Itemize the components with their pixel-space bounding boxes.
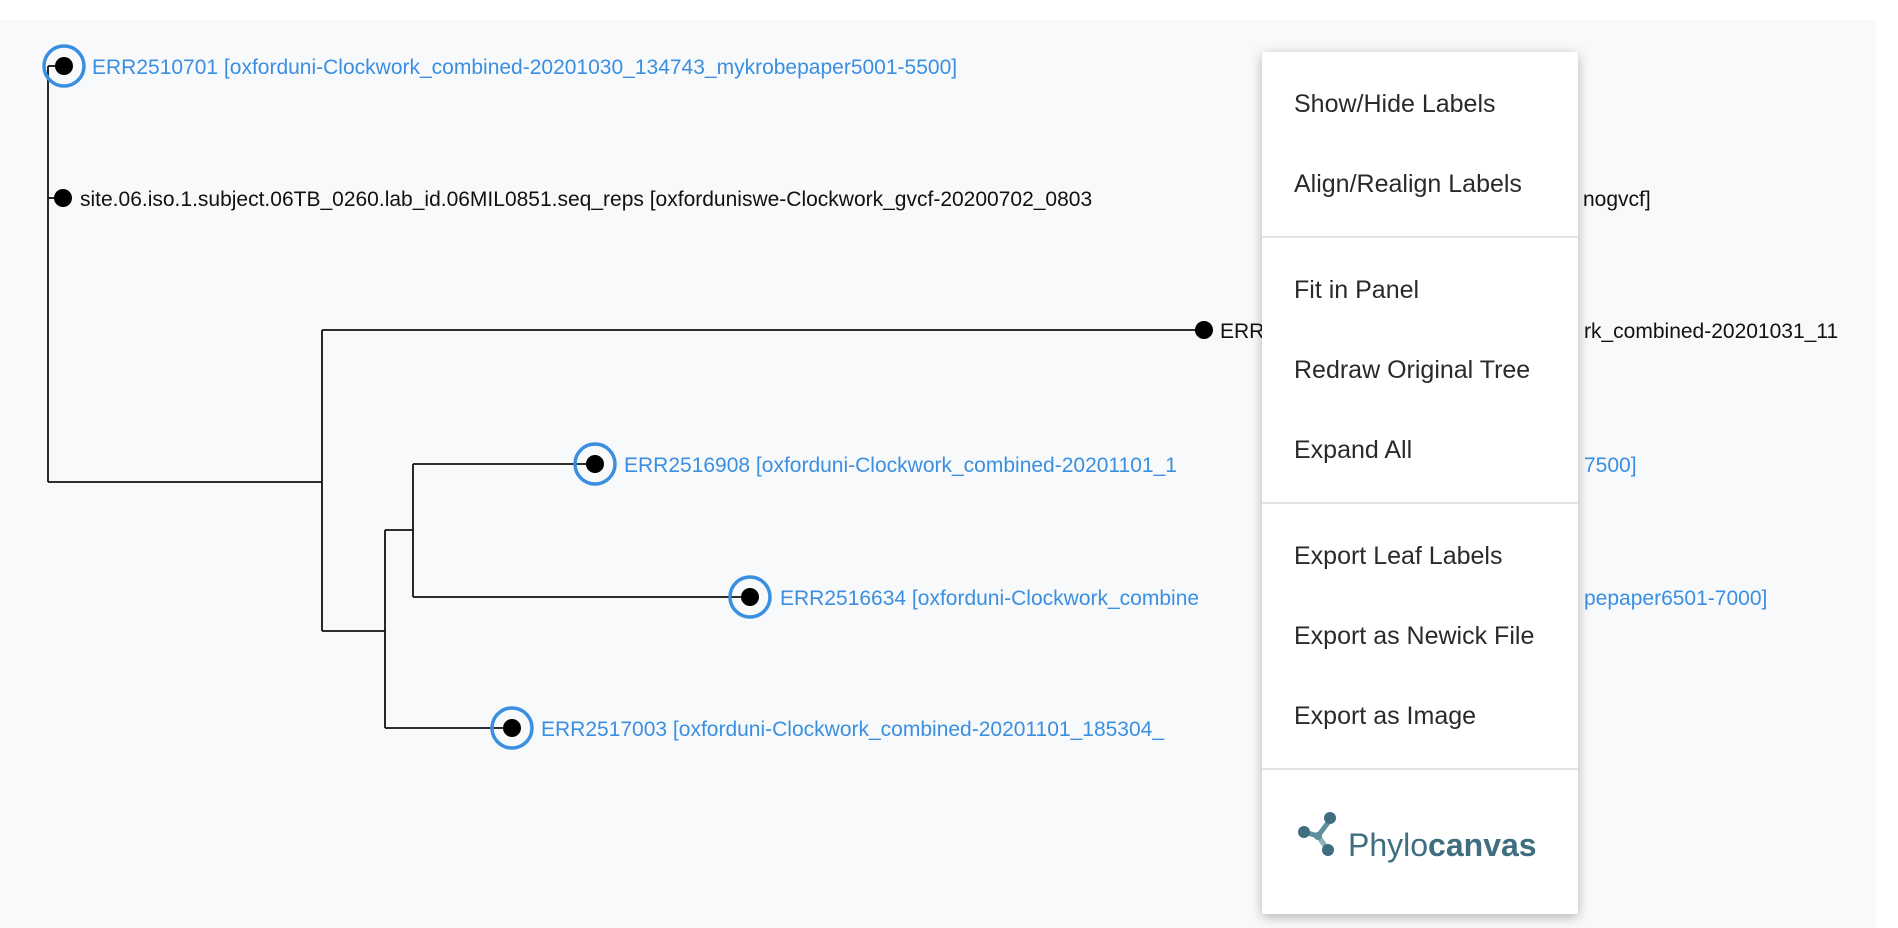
leaf-label[interactable]: ERR2516634 [oxforduni-Clockwork_combine [780, 587, 1199, 610]
brand-name-bold: canvas [1428, 826, 1537, 863]
fit-in-panel-menu-item[interactable]: Fit in Panel [1262, 250, 1578, 330]
phylocanvas-brand: Phylocanvas [1262, 782, 1578, 892]
leaf-label-suffix: nogvcf] [1583, 188, 1651, 211]
leaf-label[interactable]: site.06.iso.1.subject.06TB_0260.lab_id.0… [80, 188, 1092, 211]
leaf-label[interactable]: ERR2510701 [oxforduni-Clockwork_combined… [92, 56, 957, 79]
expand-all-menu-item[interactable]: Expand All [1262, 410, 1578, 490]
leaf-node[interactable] [54, 189, 72, 207]
menu-divider [1262, 236, 1578, 238]
tree-leaf[interactable]: ERR2517003 [oxforduni-Clockwork_combined… [490, 706, 1164, 750]
leaf-node[interactable] [503, 719, 521, 737]
tree-leaf[interactable]: ERR2510701 [oxforduni-Clockwork_combined… [42, 44, 957, 88]
export-image-menu-item[interactable]: Export as Image [1262, 676, 1578, 756]
leaf-label-suffix: rk_combined-20201031_11 [1584, 320, 1838, 343]
leaf-node[interactable] [55, 57, 73, 75]
leaf-label[interactable]: ERR2516908 [oxforduni-Clockwork_combined… [624, 454, 1177, 477]
tree-branches [47, 65, 1203, 729]
redraw-original-tree-menu-item[interactable]: Redraw Original Tree [1262, 330, 1578, 410]
phylogenetic-tree[interactable]: ERR2510701 [oxforduni-Clockwork_combined… [0, 0, 1898, 928]
phylocanvas-wordmark: Phylocanvas [1348, 827, 1537, 864]
leaf-node[interactable] [586, 455, 604, 473]
leaf-label[interactable]: ERR [1220, 320, 1264, 343]
show-hide-labels-menu-item[interactable]: Show/Hide Labels [1262, 64, 1578, 144]
leaf-node[interactable] [741, 588, 759, 606]
tree-context-menu: Show/Hide Labels Align/Realign Labels Fi… [1262, 52, 1578, 914]
tree-leaf[interactable]: ERR2516634 [oxforduni-Clockwork_combine … [728, 575, 1767, 619]
menu-divider [1262, 502, 1578, 504]
leaf-label[interactable]: ERR2517003 [oxforduni-Clockwork_combined… [541, 718, 1164, 741]
export-leaf-labels-menu-item[interactable]: Export Leaf Labels [1262, 516, 1578, 596]
leaf-label-suffix: pepaper6501-7000] [1584, 587, 1767, 610]
align-realign-labels-menu-item[interactable]: Align/Realign Labels [1262, 144, 1578, 224]
menu-divider [1262, 768, 1578, 770]
brand-name-light: Phylo [1348, 826, 1429, 863]
phylocanvas-logo-icon [1298, 812, 1336, 856]
leaf-node[interactable] [1195, 321, 1213, 339]
export-newick-file-menu-item[interactable]: Export as Newick File [1262, 596, 1578, 676]
leaf-label-suffix: 7500] [1584, 454, 1637, 477]
